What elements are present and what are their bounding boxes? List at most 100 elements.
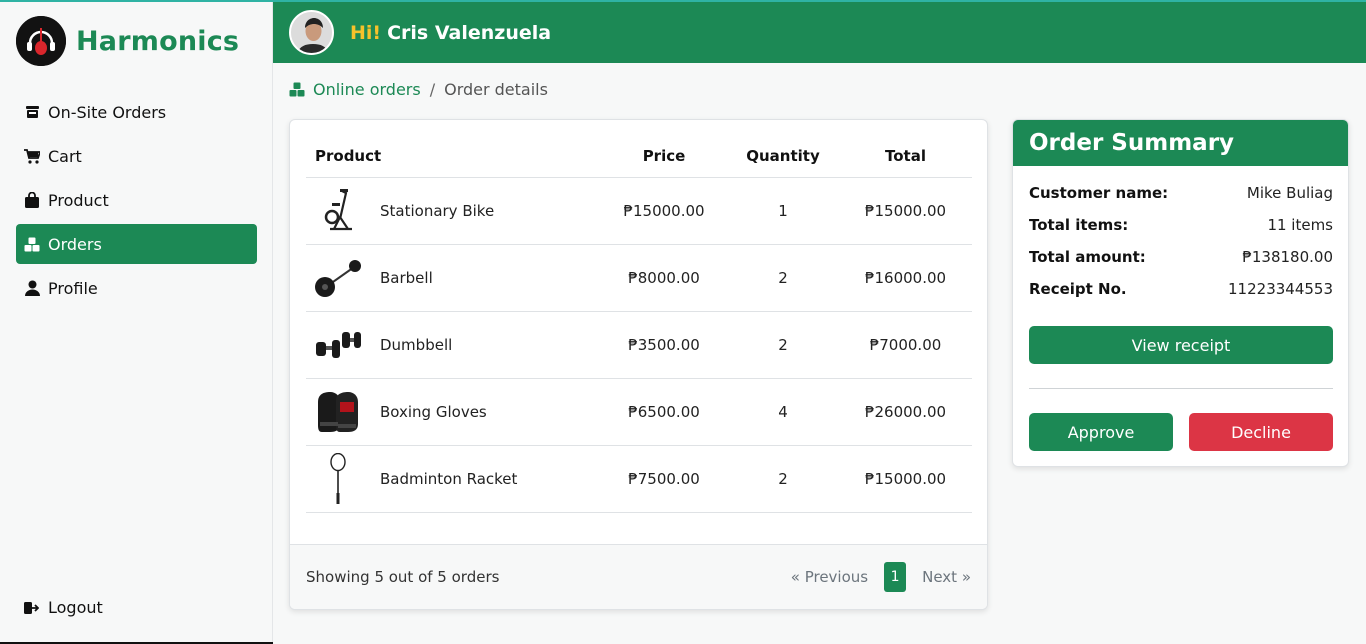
receipt-no-label: Receipt No. <box>1029 280 1127 298</box>
person-icon <box>24 280 40 296</box>
sidebar: Harmonics On-Site Orders Cart Product Or… <box>0 0 273 644</box>
price-cell: ₱15000.00 <box>601 177 727 245</box>
column-header-total: Total <box>839 136 972 178</box>
total-amount-label: Total amount: <box>1029 248 1146 266</box>
bag-icon <box>24 192 40 208</box>
boxes-icon <box>289 82 305 97</box>
quantity-cell: 2 <box>727 311 839 379</box>
decline-button[interactable]: Decline <box>1189 413 1333 451</box>
showing-count: Showing 5 out of 5 orders <box>306 568 500 586</box>
sidebar-item-profile[interactable]: Profile <box>16 268 257 308</box>
top-accent-line <box>0 0 1366 2</box>
harmonics-logo-icon <box>16 16 66 66</box>
quantity-cell: 4 <box>727 378 839 446</box>
order-items-table: Product Price Quantity Total Stationary … <box>306 136 972 513</box>
sidebar-item-on-site-orders[interactable]: On-Site Orders <box>16 92 257 132</box>
badminton-racket-image <box>312 452 364 505</box>
summary-divider <box>1029 388 1333 389</box>
approve-button[interactable]: Approve <box>1029 413 1173 451</box>
column-header-quantity: Quantity <box>727 136 839 178</box>
customer-name-row: Customer name: Mike Buliag <box>1029 184 1333 202</box>
customer-name-value: Mike Buliag <box>1246 184 1333 202</box>
product-cell: Stationary Bike <box>306 177 601 245</box>
quantity-cell: 2 <box>727 244 839 312</box>
barbell-image <box>312 252 364 304</box>
sidebar-nav: On-Site Orders Cart Product Orders Profi… <box>16 92 257 312</box>
receipt-no-value: 11223344553 <box>1228 280 1333 298</box>
price-cell: ₱6500.00 <box>601 378 727 446</box>
logout-label: Logout <box>48 598 103 617</box>
total-cell: ₱26000.00 <box>839 378 972 446</box>
total-amount-value: ₱138180.00 <box>1242 248 1333 266</box>
table-row: Boxing Gloves ₱6500.00 4 ₱26000.00 <box>306 378 972 446</box>
breadcrumb-separator: / <box>429 80 436 99</box>
table-row: Dumbbell ₱3500.00 2 ₱7000.00 <box>306 311 972 379</box>
column-header-product: Product <box>306 136 601 178</box>
price-cell: ₱7500.00 <box>601 445 727 513</box>
table-row: Stationary Bike ₱15000.00 1 ₱15000.00 <box>306 177 972 245</box>
next-page-link[interactable]: Next » <box>922 568 971 586</box>
user-name: Cris Valenzuela <box>387 21 552 44</box>
price-cell: ₱8000.00 <box>601 244 727 312</box>
product-cell: Boxing Gloves <box>306 378 601 446</box>
pagination: « Previous 1 Next » <box>791 562 971 592</box>
total-cell: ₱15000.00 <box>839 177 972 245</box>
total-amount-row: Total amount: ₱138180.00 <box>1029 248 1333 266</box>
breadcrumb-parent-label: Online orders <box>313 80 421 99</box>
product-cell: Badminton Racket <box>306 445 601 513</box>
stationary-bike-image <box>312 185 364 237</box>
quantity-cell: 1 <box>727 177 839 245</box>
sidebar-item-label: Cart <box>48 146 82 166</box>
greeting-hi: Hi! <box>350 21 382 44</box>
cart-icon <box>24 148 40 164</box>
boxing-gloves-image <box>312 386 364 438</box>
boxes-icon <box>24 236 40 252</box>
total-items-label: Total items: <box>1029 216 1129 234</box>
dumbbell-image <box>312 319 364 371</box>
previous-page-link[interactable]: « Previous <box>791 568 868 586</box>
store-icon <box>24 104 40 120</box>
price-cell: ₱3500.00 <box>601 311 727 379</box>
product-name: Dumbbell <box>380 335 453 354</box>
brand[interactable]: Harmonics <box>16 16 239 66</box>
quantity-cell: 2 <box>727 445 839 513</box>
breadcrumb-online-orders[interactable]: Online orders <box>289 80 421 99</box>
sidebar-item-label: On-Site Orders <box>48 102 167 122</box>
top-header: Hi! Cris Valenzuela <box>273 2 1366 63</box>
brand-name: Harmonics <box>76 25 240 57</box>
column-header-price: Price <box>601 136 727 178</box>
customer-name-label: Customer name: <box>1029 184 1169 202</box>
product-name: Badminton Racket <box>380 469 518 488</box>
page-1-button[interactable]: 1 <box>884 562 907 592</box>
product-name: Stationary Bike <box>380 201 495 220</box>
sidebar-item-label: Profile <box>48 278 98 298</box>
table-row: Badminton Racket ₱7500.00 2 ₱15000.00 <box>306 445 972 513</box>
sidebar-item-orders[interactable]: Orders <box>16 224 257 264</box>
order-summary-title: Order Summary <box>1013 120 1348 166</box>
sidebar-item-label: Orders <box>48 234 102 254</box>
breadcrumb: Online orders / Order details <box>289 80 548 99</box>
sidebar-item-cart[interactable]: Cart <box>16 136 257 176</box>
product-name: Barbell <box>380 268 433 287</box>
receipt-no-row: Receipt No. 11223344553 <box>1029 280 1333 298</box>
table-header-row: Product Price Quantity Total <box>306 136 972 178</box>
total-cell: ₱16000.00 <box>839 244 972 312</box>
total-cell: ₱15000.00 <box>839 445 972 513</box>
greeting: Hi! Cris Valenzuela <box>350 22 551 44</box>
view-receipt-button[interactable]: View receipt <box>1029 326 1333 364</box>
sidebar-item-label: Product <box>48 190 109 210</box>
logout-button[interactable]: Logout <box>24 598 103 617</box>
logout-icon <box>24 600 40 616</box>
table-footer: Showing 5 out of 5 orders « Previous 1 N… <box>290 544 987 609</box>
table-row: Barbell ₱8000.00 2 ₱16000.00 <box>306 244 972 312</box>
avatar[interactable] <box>289 10 334 55</box>
sidebar-item-product[interactable]: Product <box>16 180 257 220</box>
product-name: Boxing Gloves <box>380 402 487 421</box>
total-items-row: Total items: 11 items <box>1029 216 1333 234</box>
product-cell: Barbell <box>306 244 601 312</box>
order-summary-card: Order Summary Customer name: Mike Buliag… <box>1012 119 1349 467</box>
total-items-value: 11 items <box>1267 216 1333 234</box>
product-cell: Dumbbell <box>306 311 601 379</box>
breadcrumb-current: Order details <box>444 80 548 99</box>
order-items-card: Product Price Quantity Total Stationary … <box>289 119 988 610</box>
